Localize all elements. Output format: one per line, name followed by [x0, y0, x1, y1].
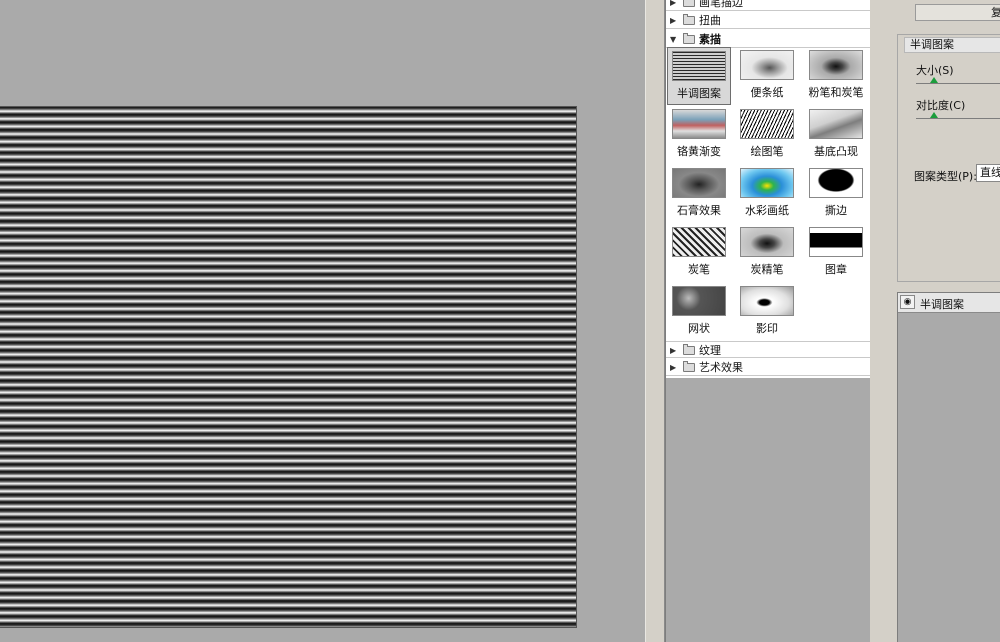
filter-options: 半调图案 大小(S) 对比度(C) 图案类型(P): 直线 [897, 34, 1000, 282]
filter-graphic-pen[interactable]: 绘图笔 [735, 106, 799, 164]
filter-label: 铬黄渐变 [677, 145, 721, 158]
triangle-right-icon: ▶ [670, 346, 677, 355]
eye-icon[interactable]: ◉ [900, 295, 915, 309]
filter-label: 网状 [688, 322, 710, 335]
category-label: 扭曲 [699, 14, 721, 27]
reset-button[interactable]: 复 [915, 4, 1000, 21]
filter-halftone-pattern[interactable]: 半调图案 [667, 47, 731, 105]
filter-thumbnail [740, 168, 794, 198]
filter-note-paper[interactable]: 便条纸 [735, 47, 799, 105]
filter-label: 绘图笔 [750, 145, 784, 158]
size-slider[interactable] [916, 77, 1000, 84]
filter-label: 粉笔和炭笔 [808, 86, 864, 99]
filter-thumbnail [809, 227, 863, 257]
pattern-type-select[interactable]: 直线 [976, 164, 1000, 182]
filter-options-title: 半调图案 [904, 37, 1000, 53]
filter-label: 图章 [825, 263, 847, 276]
filter-label: 水彩画纸 [745, 204, 789, 217]
filter-label: 炭笔 [688, 263, 710, 276]
filter-thumbnail [740, 227, 794, 257]
filter-chalk-charcoal[interactable]: 粉笔和炭笔 [804, 47, 868, 105]
filter-chrome[interactable]: 铬黄渐变 [667, 106, 731, 164]
filter-label: 石膏效果 [677, 204, 721, 217]
filter-thumbnail [672, 51, 726, 81]
filter-list: ▶ 画笔描边 ▶ 扭曲 ▼ 素描 半调图案 便条纸 粉笔和炭笔 铬黄渐变 绘图笔… [666, 0, 870, 378]
filter-thumbnail [809, 109, 863, 139]
folder-icon [683, 14, 695, 25]
category-artistic[interactable]: ▶ 艺术效果 [666, 359, 870, 376]
preview-area [0, 0, 645, 642]
filter-torn-edges[interactable]: 撕边 [804, 165, 868, 223]
category-sketch[interactable]: ▼ 素描 [666, 31, 870, 48]
triangle-right-icon: ▶ [670, 0, 677, 7]
category-label: 画笔描边 [699, 0, 743, 9]
filter-label: 半调图案 [677, 87, 721, 100]
filter-stamp[interactable]: 图章 [804, 224, 868, 282]
filter-thumbnail [809, 168, 863, 198]
contrast-label: 对比度(C) [916, 99, 966, 112]
filter-label: 便条纸 [750, 86, 784, 99]
filter-thumbnail [672, 109, 726, 139]
triangle-right-icon: ▶ [670, 16, 677, 25]
filter-thumbnail [672, 227, 726, 257]
category-brush-strokes[interactable]: ▶ 画笔描边 [666, 0, 870, 11]
triangle-down-icon: ▼ [670, 35, 677, 44]
filter-gallery: ▶ 画笔描边 ▶ 扭曲 ▼ 素描 半调图案 便条纸 粉笔和炭笔 铬黄渐变 绘图笔… [665, 0, 870, 642]
size-label: 大小(S) [916, 64, 954, 77]
filter-conte-crayon[interactable]: 炭精笔 [735, 224, 799, 282]
filter-label: 影印 [756, 322, 778, 335]
filter-thumbnail [740, 50, 794, 80]
category-distort[interactable]: ▶ 扭曲 [666, 12, 870, 29]
filter-photocopy[interactable]: 影印 [735, 283, 799, 341]
effect-layer-name: 半调图案 [920, 298, 964, 311]
filter-water-paper[interactable]: 水彩画纸 [735, 165, 799, 223]
panel-divider [645, 0, 665, 642]
category-label: 纹理 [699, 344, 721, 357]
filter-thumbnail [740, 109, 794, 139]
triangle-right-icon: ▶ [670, 363, 677, 372]
panel-gap [870, 0, 895, 642]
filter-preview-canvas[interactable] [0, 106, 577, 628]
category-texture[interactable]: ▶ 纹理 [666, 341, 870, 358]
filter-label: 炭精笔 [750, 263, 784, 276]
folder-icon [683, 361, 695, 372]
category-label: 艺术效果 [699, 361, 743, 374]
filter-reticulation[interactable]: 网状 [667, 283, 731, 341]
pattern-type-label: 图案类型(P): [914, 170, 977, 183]
filter-label: 撕边 [825, 204, 847, 217]
filter-plaster[interactable]: 石膏效果 [667, 165, 731, 223]
effect-layers-panel: ◉ 半调图案 [897, 292, 1000, 642]
effect-layer-row[interactable]: ◉ 半调图案 [898, 293, 1000, 313]
filter-thumbnail [740, 286, 794, 316]
folder-open-icon [683, 33, 695, 44]
filter-thumbnail [672, 168, 726, 198]
filter-settings-panel: 复 半调图案 大小(S) 对比度(C) 图案类型(P): 直线 ◉ 半调图案 [895, 0, 1000, 642]
filter-charcoal[interactable]: 炭笔 [667, 224, 731, 282]
filter-thumbnail [809, 50, 863, 80]
filter-bas-relief[interactable]: 基底凸现 [804, 106, 868, 164]
filter-thumbnail [672, 286, 726, 316]
contrast-slider[interactable] [916, 112, 1000, 119]
filter-label: 基底凸现 [814, 145, 858, 158]
folder-icon [683, 0, 695, 7]
category-label: 素描 [699, 33, 721, 46]
folder-icon [683, 344, 695, 355]
